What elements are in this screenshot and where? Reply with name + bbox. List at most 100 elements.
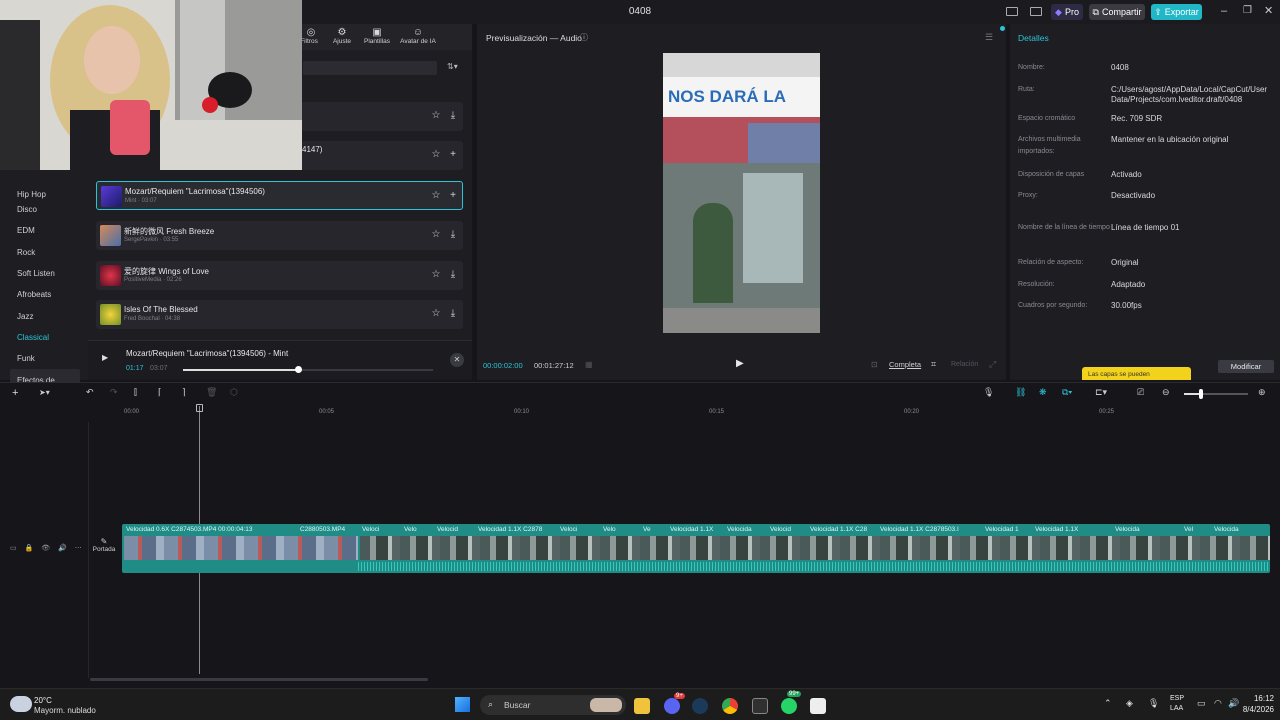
eye-icon[interactable]: 👁 — [41, 545, 50, 552]
grid-icon[interactable]: ▦ — [585, 360, 593, 369]
screenshot-icon[interactable]: ⌗ — [931, 359, 936, 370]
magnet-icon[interactable]: ❋ — [1039, 387, 1047, 398]
horizontal-scrollbar[interactable] — [90, 678, 428, 681]
clip-label[interactable]: Velocida — [727, 526, 752, 533]
select-tool-icon[interactable]: ➤▾ — [39, 388, 50, 397]
list-item[interactable]: Mozart/Requiem "Lacrimosa"(1394506) Mint… — [96, 181, 463, 210]
play-button[interactable]: ▶ — [736, 358, 744, 369]
split-icon[interactable]: ⫿ — [134, 387, 137, 398]
tab-templates[interactable]: ▣ Plantillas — [360, 28, 394, 46]
cover-button[interactable]: ✎ Portada — [90, 537, 118, 563]
preview-axis-icon[interactable]: ⊏▾ — [1095, 387, 1107, 398]
capcut-icon[interactable] — [752, 698, 768, 714]
monitor-icon[interactable]: ▭ — [1197, 698, 1206, 709]
star-icon[interactable]: ☆ — [429, 109, 443, 123]
download-icon[interactable]: ⤓ — [446, 307, 460, 321]
clip-label[interactable]: Velocidad 1.1X C2878 — [478, 526, 542, 533]
shield-icon[interactable]: ⬡ — [230, 387, 238, 398]
sidebar-item-category[interactable]: Jazz — [0, 305, 88, 326]
cloud-icon[interactable] — [10, 696, 32, 712]
star-icon[interactable]: ☆ — [429, 189, 443, 203]
star-icon[interactable]: ☆ — [429, 228, 443, 242]
clip-label[interactable]: Velocidad 0.6X C2874503.MP4 00:00:04:13 — [126, 526, 253, 533]
clip-label[interactable]: Vel — [1184, 526, 1193, 533]
redo-icon[interactable]: ↷ — [110, 387, 118, 398]
full-view-button[interactable]: Completa — [889, 360, 921, 369]
sidebar-item-category[interactable]: Classical — [0, 327, 88, 348]
list-item[interactable]: 新鲜的微风 Fresh Breeze SergePavkin · 03:55 ☆… — [96, 221, 463, 250]
minimize-icon[interactable]: – — [1221, 5, 1227, 17]
layout-icon[interactable] — [1006, 7, 1018, 16]
sidebar-item-category[interactable]: EDM — [0, 220, 88, 241]
clip-label[interactable]: C2880503.MP4 — [300, 526, 345, 533]
tab-ai-avatar[interactable]: ☺ Avatar de IA — [396, 28, 440, 46]
fit-icon[interactable]: ⊡ — [871, 360, 878, 369]
download-icon[interactable]: ⤓ — [446, 268, 460, 282]
clip-label[interactable]: Velocidad 1.1X — [1035, 526, 1078, 533]
player-progress-knob[interactable] — [295, 366, 302, 373]
sidebar-item-category[interactable]: Funk — [0, 348, 88, 369]
clip-label[interactable]: Ve — [643, 526, 651, 533]
clip-label[interactable]: Veloci — [362, 526, 379, 533]
star-icon[interactable]: ☆ — [429, 148, 443, 162]
share-button[interactable]: ⧉ Compartir — [1089, 4, 1145, 20]
volume-icon[interactable]: 🔊 — [58, 545, 67, 552]
microphone-icon[interactable]: 🎙 — [983, 387, 994, 398]
link-icon[interactable]: ⛓ — [1015, 387, 1026, 398]
tab-adjust[interactable]: ⚙ Ajuste — [330, 28, 354, 46]
split-left-icon[interactable]: ⌈ — [158, 387, 162, 398]
close-player-button[interactable]: ✕ — [450, 353, 464, 367]
aspect-ratio-button[interactable]: Relación — [951, 361, 978, 368]
star-icon[interactable]: ☆ — [429, 268, 443, 282]
menu-icon[interactable]: ☰ — [985, 32, 993, 43]
steam-icon[interactable] — [692, 698, 708, 714]
wifi-icon[interactable]: ◠ — [1214, 698, 1222, 709]
sidebar-item-category[interactable]: Disco — [0, 199, 88, 220]
pro-button[interactable]: ◆ Pro — [1051, 4, 1083, 20]
zoom-slider-knob[interactable] — [1199, 389, 1203, 399]
network-icon[interactable]: ◈ — [1126, 698, 1133, 709]
clip-label[interactable]: Velocida — [1214, 526, 1239, 533]
clock-time[interactable]: 16:12 — [1246, 694, 1274, 703]
snap-icon[interactable]: ⧉▾ — [1062, 387, 1072, 398]
fullscreen-icon[interactable]: ⤢ — [989, 359, 996, 370]
clip-label[interactable]: Velocidad 1.1X — [670, 526, 713, 533]
download-icon[interactable]: ⤓ — [446, 109, 460, 123]
split-right-icon[interactable]: ⌉ — [182, 387, 186, 398]
discord-icon[interactable] — [664, 698, 680, 714]
sidebar-item-category[interactable]: Soft Listen — [0, 263, 88, 284]
list-item[interactable]: Isles Of The Blessed Fred Bouchal · 04:3… — [96, 300, 463, 329]
export-button[interactable]: ⇪ Exportar — [1151, 4, 1202, 20]
add-icon[interactable]: + — [446, 189, 460, 203]
clip-label[interactable]: Velocid — [770, 526, 791, 533]
lang-bottom[interactable]: LAA — [1170, 705, 1183, 712]
add-icon[interactable]: + — [446, 148, 460, 162]
play-icon[interactable]: ▶ — [102, 353, 108, 362]
download-icon[interactable]: ⤓ — [446, 228, 460, 242]
clip-label[interactable]: Velo — [404, 526, 417, 533]
undo-icon[interactable]: ↶ — [86, 387, 94, 398]
list-item[interactable]: 爱的旋律 Wings of Love PositiveMedia · 02:26… — [96, 261, 463, 290]
clip-label[interactable]: Velocidad 1.1X C28 — [810, 526, 867, 533]
sidebar-item-category[interactable]: Afrobeats — [0, 284, 88, 305]
delete-icon[interactable]: 🗑 — [206, 387, 217, 398]
playhead-handle[interactable] — [196, 404, 203, 412]
close-icon[interactable]: ✕ — [1264, 4, 1273, 17]
filter-icon[interactable]: ⇅▾ — [447, 62, 458, 71]
clip-label[interactable]: Velocidad 1 — [985, 526, 1019, 533]
search-box[interactable]: ⌕ Buscar — [480, 695, 626, 715]
app-icon[interactable] — [810, 698, 826, 714]
zoom-out-icon[interactable]: ⊖ — [1162, 387, 1170, 398]
folder-icon[interactable] — [634, 698, 650, 714]
whatsapp-icon[interactable] — [781, 698, 797, 714]
lock-icon[interactable]: 🔒 — [25, 545, 34, 552]
track-thumbnail-icon[interactable]: ▭ — [10, 545, 17, 552]
windows-start-icon[interactable] — [455, 697, 470, 712]
more-icon[interactable]: ⋯ — [75, 545, 82, 552]
zoom-in-icon[interactable]: ⊕ — [1258, 387, 1266, 398]
clip-label[interactable]: Velocida — [1115, 526, 1140, 533]
clock-date[interactable]: 8/4/2026 — [1230, 705, 1274, 714]
clip-label[interactable]: Velo — [603, 526, 616, 533]
clip-label[interactable]: Velocidad 1.1X C2878503.I — [880, 526, 959, 533]
search-input[interactable] — [303, 61, 437, 75]
